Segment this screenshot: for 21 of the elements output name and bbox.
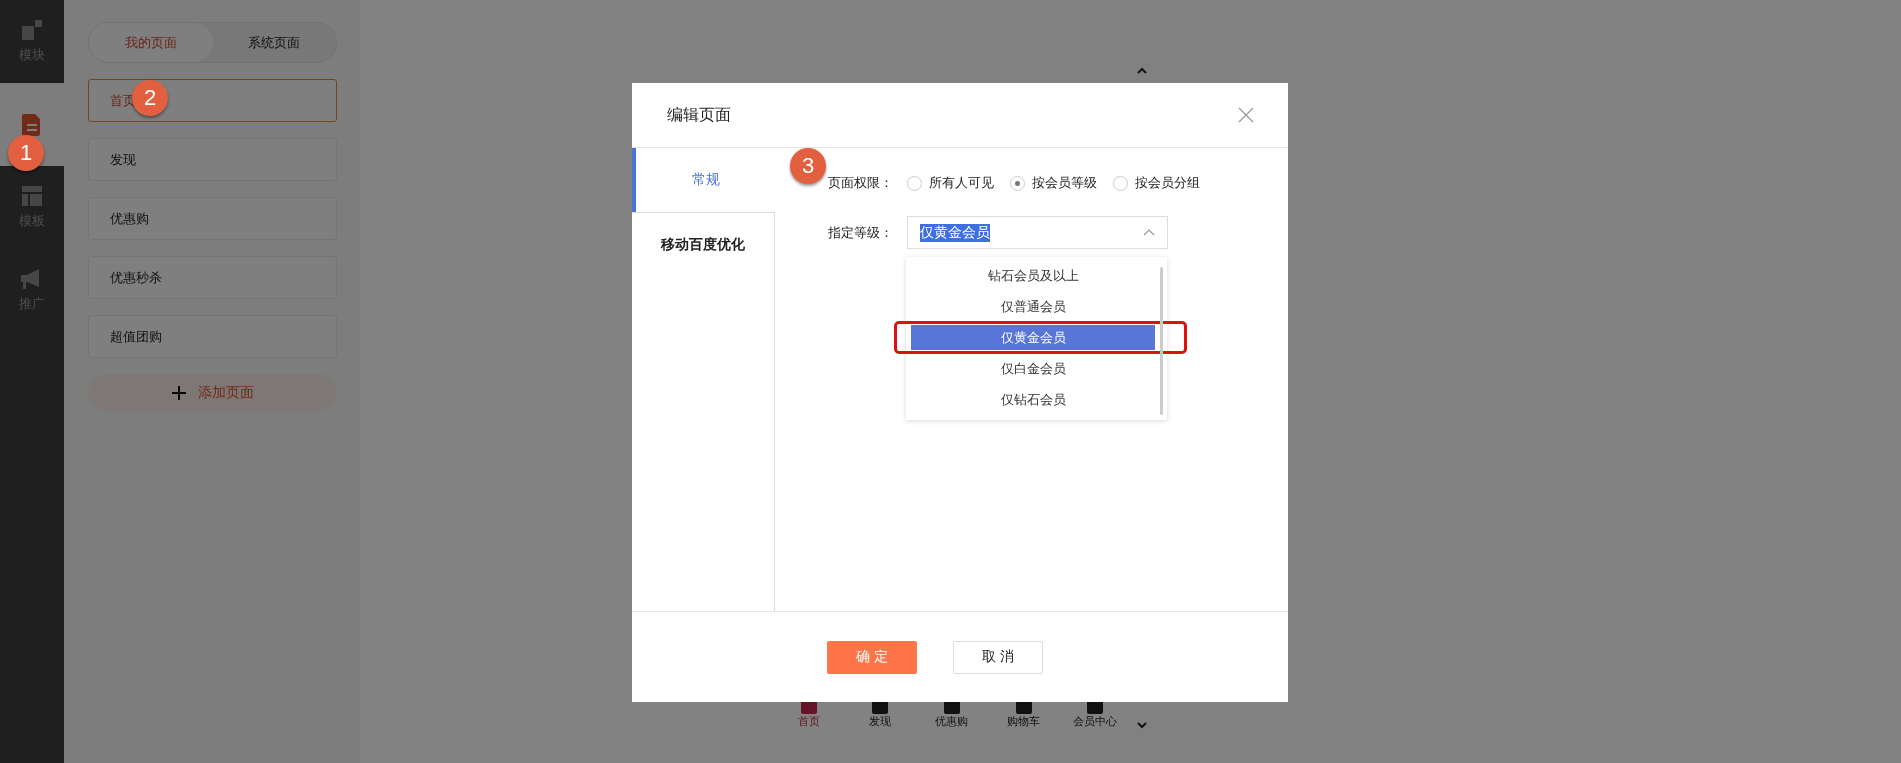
- confirm-button[interactable]: 确 定: [827, 640, 917, 674]
- dropdown-option[interactable]: 仅黄金会员: [911, 325, 1155, 350]
- field-label: 页面权限：: [828, 174, 894, 192]
- page-item[interactable]: 优惠购: [88, 197, 337, 240]
- dropdown-option[interactable]: 仅白金会员: [911, 356, 1155, 381]
- dropdown-option[interactable]: 仅普通会员: [911, 294, 1155, 319]
- page-item[interactable]: 优惠秒杀: [88, 256, 337, 299]
- cancel-button[interactable]: 取 消: [953, 640, 1043, 674]
- dialog-tab[interactable]: 移动百度优化: [632, 212, 775, 276]
- page-item[interactable]: 发现: [88, 138, 337, 181]
- dialog-title: 编辑页面: [667, 104, 731, 125]
- page-type-tab[interactable]: 我的页面: [89, 23, 213, 62]
- page-type-tab[interactable]: 系统页面: [212, 23, 336, 62]
- dropdown-option[interactable]: 仅钻石会员: [911, 387, 1155, 412]
- page-item[interactable]: 超值团购: [88, 315, 337, 358]
- level-select[interactable]: 仅黄金会员: [907, 216, 1168, 249]
- radio-option[interactable]: 按会员等级: [1010, 174, 1097, 192]
- radio-option[interactable]: 按会员分组: [1113, 174, 1200, 192]
- radio-option[interactable]: 所有人可见: [907, 174, 994, 192]
- field-label: 指定等级：: [828, 224, 894, 242]
- dropdown-option[interactable]: 钻石会员及以上: [911, 263, 1155, 288]
